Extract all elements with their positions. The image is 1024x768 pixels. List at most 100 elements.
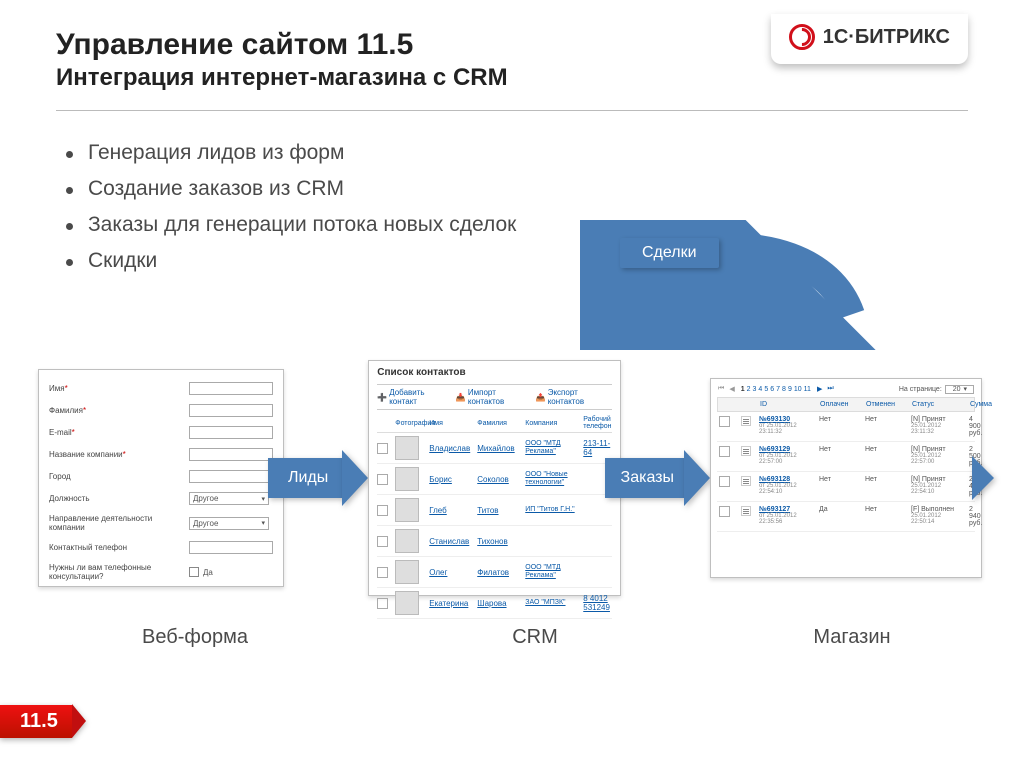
pager-page[interactable]: 1 [740,386,746,393]
order-sum: 2 940 руб. [969,506,982,527]
contact-surname[interactable]: Шарова [477,599,521,608]
order-status[interactable]: [N] Принят [911,476,946,483]
bullet-item: Скидки [66,243,1024,279]
order-paid: Нет [819,416,861,423]
leads-arrow: Лиды [268,450,368,506]
crm-title: Список контактов [377,367,611,378]
pager-last-icon[interactable]: ⏭ [826,385,834,393]
order-row[interactable]: №693129от 25.01.2012 22:57:00НетНет[N] П… [717,442,975,472]
order-row[interactable]: №693127от 25.01.2012 22:35:56ДаНет[F] Вы… [717,502,975,532]
contact-phone[interactable]: 8 4012 531249 [583,594,611,612]
crm-row[interactable]: Станислав Тихонов [377,526,611,557]
row-checkbox[interactable] [377,536,388,547]
crm-row[interactable]: ОлегФилатовООО "МТД Реклама" [377,557,611,588]
orders-arrow-label: Заказы [621,469,674,487]
store-table-head: IDОплаченОтмененСтатусСумма [717,397,975,412]
contact-name[interactable]: Станислав [429,537,473,546]
contact-name[interactable]: Олег [429,568,473,577]
pager-page[interactable]: 2 [746,386,752,393]
row-checkbox[interactable] [377,598,388,609]
surname-input[interactable] [189,404,273,417]
bullet-item: Генерация лидов из форм [66,135,1024,171]
contact-photo [395,436,419,460]
crm-row[interactable]: Екатерина Шарова ЗАО "МПЗК" 8 4012 531249 [377,588,611,619]
pager-first-icon[interactable]: ⏮ [717,385,725,393]
order-status[interactable]: [N] Принят [911,446,946,453]
pager-prev-icon[interactable]: ◀ [728,385,735,393]
order-status[interactable]: [F] Выполнен [911,506,954,513]
bullet-item: Создание заказов из CRM [66,171,1024,207]
consult-checkbox[interactable] [189,567,199,577]
row-checkbox[interactable] [719,476,730,487]
logo-text: 1С·БИТРИКС [823,26,950,49]
order-paid: Да [819,506,861,513]
crm-import[interactable]: 📥 Импорт контактов [456,388,530,406]
order-id[interactable]: №693129 [759,446,790,453]
row-menu-icon[interactable] [741,506,751,516]
caption-crm: CRM [390,626,680,649]
order-id[interactable]: №693128 [759,476,790,483]
contact-company: ООО "МТД Реклама" [525,440,579,455]
contact-photo [395,529,419,553]
crm-add-contact[interactable]: ➕ Добавить контакт [377,388,450,406]
contact-surname[interactable]: Титов [477,506,521,515]
crm-row[interactable]: Борис Соколов ООО "Новые технологии" [377,464,611,495]
contact-surname[interactable]: Михайлов [477,444,521,453]
row-menu-icon[interactable] [741,416,751,426]
contact-name[interactable]: Владислав [429,444,473,453]
row-checkbox[interactable] [377,443,388,454]
company-input[interactable] [189,448,273,461]
bitrix-icon [789,24,815,50]
caption-webform: Веб-форма [0,626,390,649]
order-id[interactable]: №693127 [759,506,790,513]
name-input[interactable] [189,382,273,395]
perpage-select[interactable]: 20 ▾ [945,385,974,394]
store-panel: ⏮ ◀ 1234567891011 ▶ ⏭ На странице: 20 ▾ … [710,378,982,578]
pager-next-icon[interactable]: ▶ [816,385,823,393]
contact-name[interactable]: Глеб [429,506,473,515]
version-tag: 11.5 [0,704,86,738]
row-menu-icon[interactable] [741,476,751,486]
crm-row[interactable]: ВладиславМихайловООО "МТД Реклама"213-11… [377,433,611,464]
contact-company: ЗАО "МПЗК" [525,599,579,607]
row-checkbox[interactable] [719,446,730,457]
order-sum: 4 900 руб. [969,416,982,437]
deals-arrow-label: Сделки [620,238,719,268]
row-checkbox[interactable] [377,567,388,578]
row-checkbox[interactable] [719,416,730,427]
order-cancelled: Нет [865,506,907,513]
order-id[interactable]: №693130 [759,416,790,423]
contact-surname[interactable]: Соколов [477,475,521,484]
crm-panel: Список контактов ➕ Добавить контакт 📥 Им… [368,360,620,596]
contact-company: ООО "Новые технологии" [525,471,579,486]
order-row[interactable]: №693130от 25.01.2012 23:11:32НетНет[N] П… [717,412,975,442]
contact-name[interactable]: Екатерина [429,599,473,608]
crm-export[interactable]: 📤 Экспорт контактов [536,388,612,406]
city-input[interactable] [189,470,273,483]
email-input[interactable] [189,426,273,439]
phone-input[interactable] [189,541,273,554]
pager-page[interactable]: 11 [803,386,812,393]
contact-photo [395,591,419,615]
page-title: Управление сайтом 11.5 [56,28,508,62]
order-status[interactable]: [N] Принят [911,416,946,423]
leads-arrow-label: Лиды [288,469,328,487]
row-checkbox[interactable] [719,506,730,517]
webform-panel: Имя* Фамилия* E-mail* Название компании*… [38,369,284,587]
crm-row[interactable]: ГлебТитовИП "Титов Г.Н." [377,495,611,526]
contact-surname[interactable]: Филатов [477,568,521,577]
direction-select[interactable]: Другое [189,517,269,530]
contact-surname[interactable]: Тихонов [477,537,521,546]
orders-arrow: Заказы [605,450,710,506]
position-select[interactable]: Другое [189,492,269,505]
order-row[interactable]: №693128от 25.01.2012 22:54:10НетНет[N] П… [717,472,975,502]
contact-name[interactable]: Борис [429,475,473,484]
pager-page[interactable]: 10 [793,386,803,393]
row-checkbox[interactable] [377,505,388,516]
row-checkbox[interactable] [377,474,388,485]
crm-table-head: ФотографияИмяФамилияКомпанияРабочий теле… [377,414,611,433]
row-menu-icon[interactable] [741,446,751,456]
page-subtitle: Интеграция интернет-магазина с CRM [56,64,508,92]
pager-page[interactable]: 9 [787,386,793,393]
bullet-item: Заказы для генерации потока новых сделок [66,207,1024,243]
